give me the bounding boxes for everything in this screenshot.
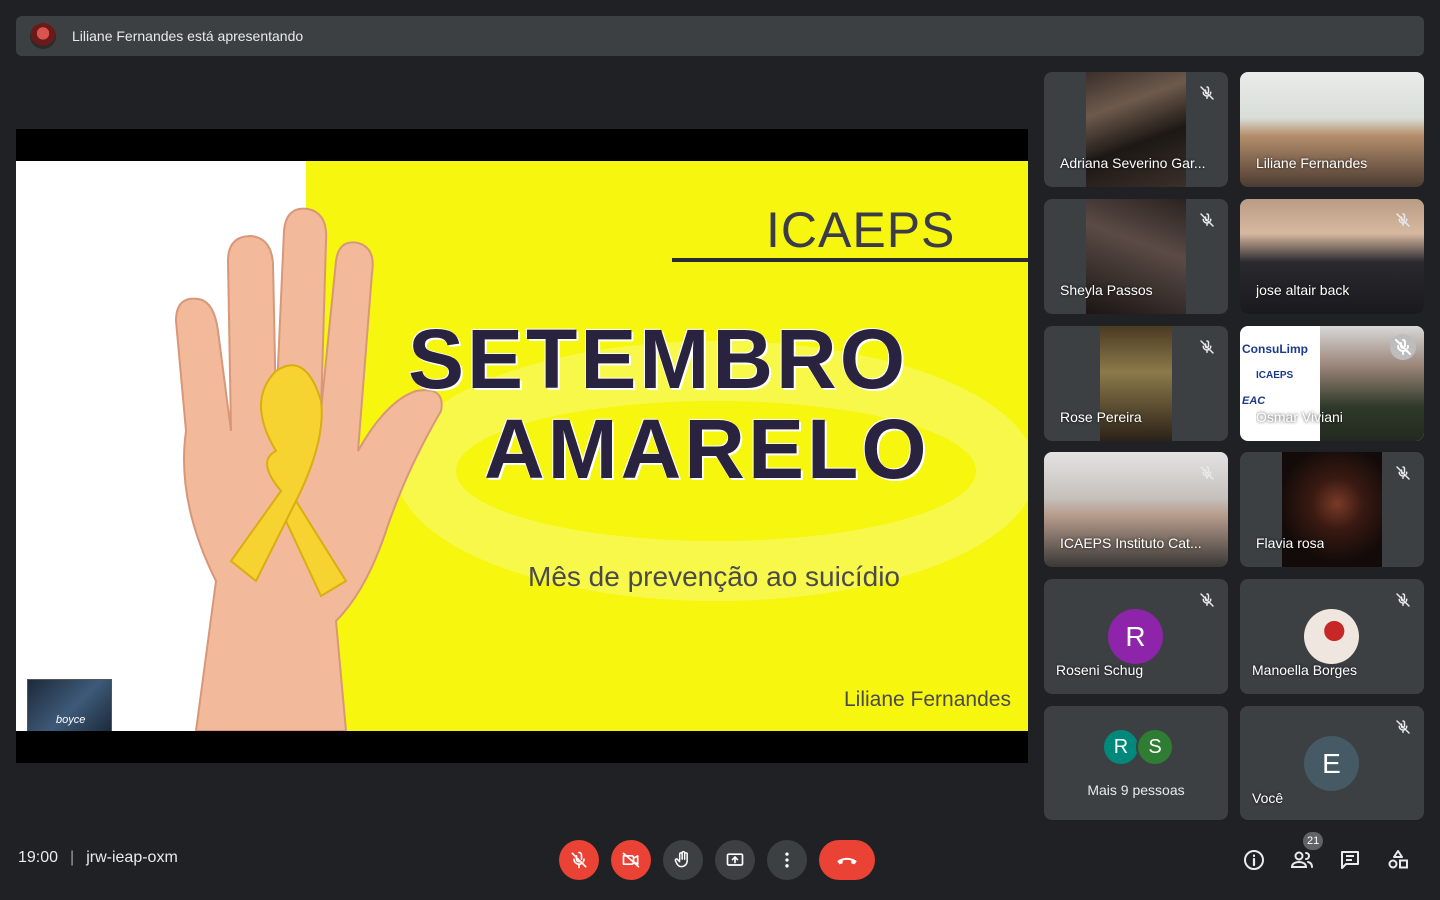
participant-tile[interactable]: Adriana Severino Gar... <box>1044 72 1228 187</box>
slide-author: Liliane Fernandes <box>844 688 1011 711</box>
meeting-code: jrw-ieap-oxm <box>86 849 178 866</box>
participant-tile[interactable]: R Roseni Schug <box>1044 579 1228 694</box>
participant-name: Adriana Severino Gar... <box>1060 155 1206 171</box>
logo-consulimp: ConsuLimp <box>1242 342 1308 356</box>
more-vert-icon <box>785 852 789 868</box>
more-participants-tile[interactable]: R S Mais 9 pessoas <box>1044 706 1228 820</box>
participant-name: Osmar Viviani <box>1256 409 1343 425</box>
shapes-icon <box>1388 850 1408 869</box>
participant-name: ICAEPS Instituto Cat... <box>1060 535 1202 551</box>
hand-icon <box>674 850 688 868</box>
participant-tile[interactable]: Flavia rosa <box>1240 452 1424 567</box>
participant-avatar: S <box>1136 728 1174 766</box>
meeting-details-button[interactable] <box>1240 846 1268 874</box>
participants-count-badge: 21 <box>1303 832 1324 850</box>
participant-name: Liliane Fernandes <box>1256 155 1368 171</box>
logo-eac: EAC <box>1242 395 1266 407</box>
participant-name: Manoella Borges <box>1252 662 1358 678</box>
participant-name: Flavia rosa <box>1256 535 1325 551</box>
more-options-button[interactable] <box>767 840 807 880</box>
presenter-avatar <box>30 23 56 49</box>
participant-tile[interactable]: ICAEPS Instituto Cat... <box>1044 452 1228 567</box>
end-call-button[interactable] <box>819 840 875 880</box>
mic-off-icon <box>1200 213 1214 227</box>
participant-name: jose altair back <box>1256 282 1350 298</box>
self-avatar: E <box>1304 736 1359 791</box>
participant-avatar <box>1304 609 1359 664</box>
presenting-text: Liliane Fernandes está apresentando <box>72 28 304 44</box>
self-tile[interactable]: E Você <box>1240 706 1424 820</box>
activities-button[interactable] <box>1384 846 1412 874</box>
participant-name: Sheyla Passos <box>1060 282 1153 298</box>
slide-title-line1: SETEMBRO <box>408 312 909 406</box>
logo-icaeps: ICAEPS <box>1256 370 1294 381</box>
slide-divider <box>672 258 1028 262</box>
participant-name: Rose Pereira <box>1060 409 1142 425</box>
present-screen-button[interactable] <box>715 840 755 880</box>
mic-off-icon <box>1200 466 1214 480</box>
mic-off-icon <box>1396 593 1410 607</box>
chat-button[interactable] <box>1336 846 1364 874</box>
participant-tile[interactable]: Liliane Fernandes <box>1240 72 1424 187</box>
participant-tile[interactable]: Sheyla Passos <box>1044 199 1228 314</box>
phone-hangup-icon <box>837 857 857 865</box>
participant-avatar: R <box>1108 609 1163 664</box>
camera-toggle-button[interactable] <box>611 840 651 880</box>
mini-thumb-text: boyce <box>56 714 86 726</box>
raise-hand-button[interactable] <box>663 840 703 880</box>
mic-off-icon <box>571 851 587 869</box>
meeting-info: 19:00 | jrw-ieap-oxm <box>18 849 178 867</box>
participant-name: Roseni Schug <box>1056 662 1144 678</box>
meeting-time: 19:00 <box>18 849 59 866</box>
participants-button[interactable] <box>1288 846 1316 874</box>
mic-off-icon <box>1200 340 1214 354</box>
camera-off-icon <box>622 852 640 868</box>
presentation-stage[interactable]: ICAEPS SETEMBRO AMARELO Mês de prevenção… <box>16 129 1028 763</box>
microphone-toggle-button[interactable] <box>559 840 599 880</box>
slide-subtitle: Mês de prevenção ao suicídio <box>528 561 900 592</box>
participant-tile[interactable]: jose altair back <box>1240 199 1424 314</box>
info-icon <box>1244 850 1264 870</box>
participant-name: Você <box>1252 790 1284 806</box>
participant-tile[interactable]: Rose Pereira <box>1044 326 1228 441</box>
people-icon <box>1290 851 1313 868</box>
hand-with-ribbon-image <box>174 207 443 731</box>
participant-tile[interactable]: ConsuLimp ICAEPS EAC Osmar Viviani <box>1240 326 1424 441</box>
more-participants-avatars: R S <box>1102 728 1174 766</box>
mic-off-icon <box>1396 213 1410 227</box>
more-participants-text: Mais 9 pessoas <box>1087 782 1185 798</box>
mic-off-icon <box>1200 86 1214 100</box>
mic-off-icon <box>1396 466 1410 480</box>
participant-tile[interactable]: Manoella Borges <box>1240 579 1424 694</box>
mic-off-icon <box>1396 720 1410 734</box>
participant-avatar: R <box>1102 728 1140 766</box>
mic-off-icon <box>1390 334 1416 360</box>
meeting-separator: | <box>70 849 75 866</box>
mic-off-icon <box>1200 593 1214 607</box>
slide-title-line2: AMARELO <box>484 402 930 496</box>
slide-mini-thumbnail: boyce <box>27 679 112 731</box>
chat-icon <box>1341 851 1359 869</box>
presenting-banner: Liliane Fernandes está apresentando <box>16 16 1424 56</box>
slide-org-name: ICAEPS <box>766 202 956 258</box>
presentation-slide: ICAEPS SETEMBRO AMARELO Mês de prevenção… <box>16 161 1028 731</box>
present-icon <box>726 853 744 866</box>
